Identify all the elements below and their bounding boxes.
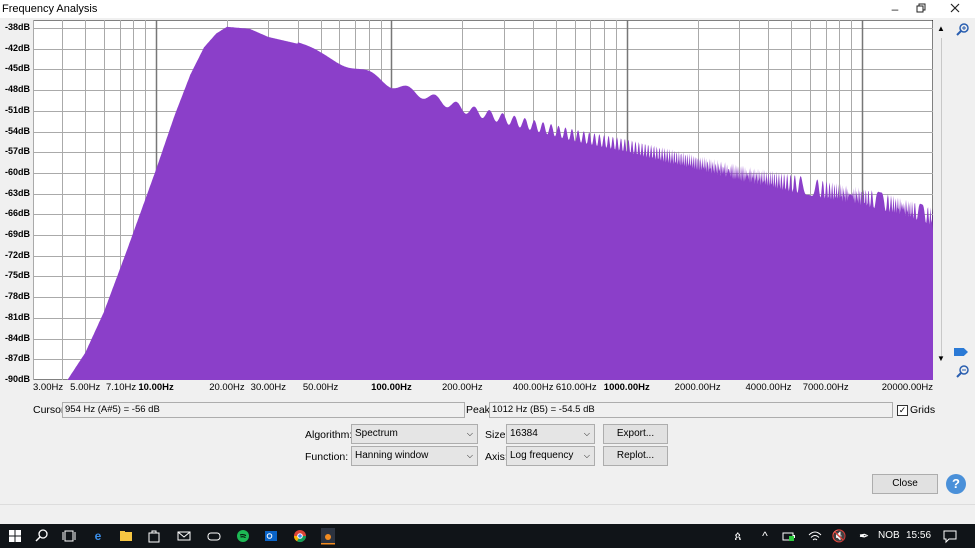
search-icon[interactable] [33, 527, 51, 545]
y-tick-label: -54dB [4, 125, 30, 136]
x-tick-label: 2000.00Hz [674, 382, 721, 393]
size-value: 16384 [510, 428, 538, 439]
algorithm-label: Algorithm: [305, 429, 353, 441]
function-label: Function: [305, 451, 349, 463]
algorithm-value: Spectrum [355, 428, 398, 439]
y-tick-label: -38dB [4, 22, 30, 32]
x-tick-label: 7.10Hz [106, 382, 137, 393]
wifi-icon[interactable] [806, 527, 824, 545]
status-bar [0, 504, 975, 525]
y-tick-label: -66dB [4, 208, 30, 219]
close-icon [950, 3, 960, 13]
algorithm-select[interactable]: Spectrum ⌵ [351, 424, 478, 444]
volume-icon[interactable]: 🔇 [830, 527, 848, 545]
axis-select[interactable]: Log frequency ⌵ [506, 446, 595, 466]
y-tick-label: -69dB [4, 229, 30, 240]
spectrum-plot[interactable] [33, 20, 933, 380]
chevron-down-icon: ⌵ [466, 429, 473, 438]
x-tick-label: 4000.00Hz [745, 382, 792, 393]
scroll-up-arrow[interactable]: ▲ [937, 24, 945, 33]
y-tick-label: -51dB [4, 104, 30, 115]
cursor-readout: 954 Hz (A#5) = -56 dB [62, 402, 465, 418]
zoom-in-icon[interactable] [956, 22, 970, 36]
y-tick-label: -63dB [4, 187, 30, 198]
chevron-down-icon: ⌵ [583, 451, 590, 460]
chrome-icon[interactable] [291, 527, 309, 545]
help-button[interactable]: ? [946, 474, 966, 494]
y-tick-label: -81dB [4, 311, 30, 322]
pen-icon[interactable]: ✒ [855, 527, 873, 545]
notification-icon[interactable] [941, 527, 959, 545]
x-tick-label: 1000.00Hz [603, 382, 650, 393]
restore-button[interactable] [906, 0, 936, 18]
language-indicator[interactable]: NOB [878, 530, 900, 541]
close-window-button[interactable] [940, 0, 970, 18]
grids-checkbox[interactable]: ✓ [897, 405, 908, 416]
x-tick-label: 20000.00Hz [881, 382, 933, 393]
peak-readout: 1012 Hz (B5) = -54.5 dB [489, 402, 893, 418]
x-tick-label: 20.00Hz [209, 382, 245, 393]
function-value: Hanning window [355, 450, 429, 461]
replot-button[interactable]: Replot... [603, 446, 668, 466]
mail-icon[interactable] [175, 527, 193, 545]
x-tick-label: 50.00Hz [302, 382, 339, 393]
chevron-up-icon[interactable]: ^ [756, 527, 774, 545]
clock[interactable]: 15:56 [906, 530, 931, 541]
file-explorer-icon[interactable] [117, 527, 135, 545]
outlook-icon[interactable] [262, 527, 280, 545]
x-tick-label: 30.00Hz [250, 382, 287, 393]
y-tick-label: -42dB [4, 42, 30, 53]
function-select[interactable]: Hanning window ⌵ [351, 446, 478, 466]
grids-label: Grids [910, 404, 936, 416]
chevron-down-icon: ⌵ [466, 451, 473, 460]
size-label: Size: [485, 429, 509, 441]
slider-thumb[interactable] [954, 348, 968, 356]
axis-label: Axis: [485, 451, 508, 463]
scroll-track[interactable] [941, 38, 942, 358]
windows-start-icon[interactable] [6, 527, 24, 545]
spotify-icon[interactable] [234, 527, 252, 545]
size-select[interactable]: 16384 ⌵ [506, 424, 595, 444]
scroll-down-arrow[interactable]: ▼ [937, 354, 945, 363]
y-tick-label: -48dB [4, 84, 30, 95]
battery-icon[interactable] [780, 527, 798, 545]
task-view-icon[interactable] [60, 527, 78, 545]
store-icon[interactable] [145, 527, 163, 545]
x-tick-label: 3.00Hz [33, 382, 64, 393]
people-icon[interactable]: ጰ [729, 527, 747, 545]
chevron-down-icon: ⌵ [583, 429, 590, 438]
x-tick-label: 10.00Hz [138, 382, 174, 393]
zoom-out-icon[interactable] [956, 364, 970, 378]
game-icon[interactable] [205, 527, 223, 545]
x-tick-label: 610.00Hz [555, 382, 597, 393]
y-tick-label: -90dB [4, 374, 30, 384]
y-tick-label: -72dB [4, 249, 30, 260]
close-button[interactable]: Close [872, 474, 938, 494]
restore-icon [916, 3, 926, 13]
y-tick-label: -75dB [4, 270, 30, 281]
x-tick-label: 7000.00Hz [802, 382, 849, 393]
x-tick-label: 5.00Hz [70, 382, 101, 393]
audacity-icon[interactable] [319, 527, 337, 545]
y-tick-label: -57dB [4, 146, 30, 157]
y-tick-label: -60dB [4, 166, 30, 177]
y-tick-label: -45dB [4, 63, 30, 74]
x-tick-label: 100.00Hz [371, 382, 412, 393]
vertical-zoom-slider[interactable]: ▲ ▼ [934, 20, 969, 380]
title-bar: Frequency Analysis – [0, 0, 975, 18]
y-tick-label: -87dB [4, 353, 30, 364]
taskbar: e ጰ ^ 🔇 ✒ NOB 15:56 [0, 524, 975, 548]
x-tick-label: 400.00Hz [512, 382, 554, 393]
y-tick-label: -84dB [4, 332, 30, 343]
window-title: Frequency Analysis [2, 3, 98, 15]
y-tick-label: -78dB [4, 291, 30, 302]
x-tick-label: 200.00Hz [441, 382, 483, 393]
edge-icon[interactable]: e [89, 527, 107, 545]
export-button[interactable]: Export... [603, 424, 668, 444]
axis-value: Log frequency [510, 450, 574, 461]
